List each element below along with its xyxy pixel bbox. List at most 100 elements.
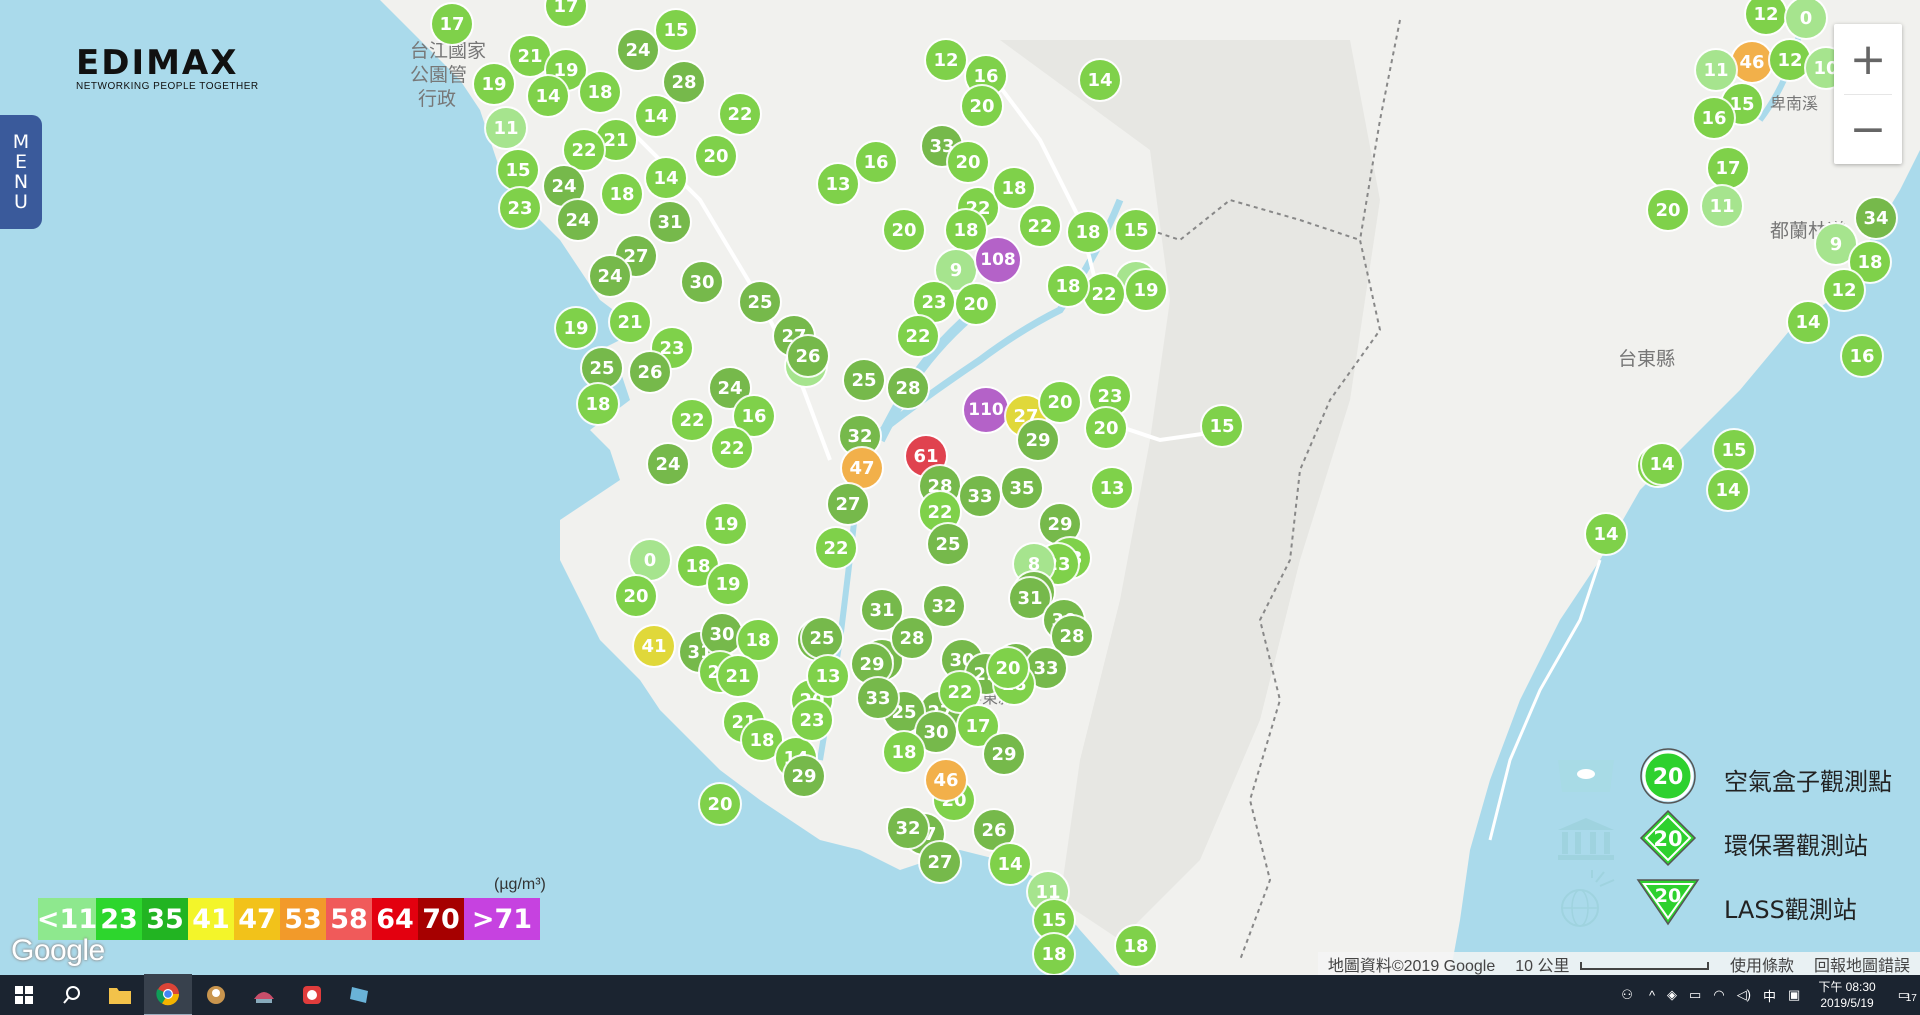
pm25-marker[interactable]: 25	[844, 360, 884, 400]
app-button[interactable]	[240, 975, 288, 1015]
pm25-marker[interactable]: 26	[630, 352, 670, 392]
pm25-marker[interactable]: 12	[1770, 40, 1810, 80]
menu-button[interactable]: M E N U	[0, 115, 42, 229]
clock[interactable]: 下午 08:30 2019/5/19	[1818, 979, 1875, 1011]
pm25-marker[interactable]: 13	[1092, 468, 1132, 508]
pm25-marker[interactable]: 20	[616, 576, 656, 616]
pm25-marker[interactable]: 24	[618, 30, 658, 70]
pm25-marker[interactable]: 25	[928, 524, 968, 564]
pm25-marker[interactable]: 13	[818, 164, 858, 204]
pm25-marker[interactable]: 20	[1040, 382, 1080, 422]
terms-link[interactable]: 使用條款	[1720, 952, 1804, 976]
pm25-marker[interactable]: 14	[1586, 514, 1626, 554]
app-button[interactable]	[336, 975, 384, 1015]
pm25-marker[interactable]: 35	[1002, 468, 1042, 508]
pm25-marker[interactable]: 11	[1696, 50, 1736, 90]
pm25-marker[interactable]: 23	[500, 188, 540, 228]
pm25-marker[interactable]: 29	[984, 734, 1024, 774]
pm25-marker[interactable]: 22	[1084, 274, 1124, 314]
pm25-marker[interactable]: 30	[702, 614, 742, 654]
pm25-marker[interactable]: 17	[432, 4, 472, 44]
shield-icon[interactable]: ◈	[1667, 987, 1677, 1003]
pm25-marker[interactable]: 32	[924, 586, 964, 626]
pm25-marker[interactable]: 30	[682, 262, 722, 302]
pm25-marker[interactable]: 31	[650, 202, 690, 242]
pm25-marker[interactable]: 14	[990, 844, 1030, 884]
pm25-marker[interactable]: 16	[856, 142, 896, 182]
app-button[interactable]	[192, 975, 240, 1015]
pm25-marker[interactable]: 19	[706, 504, 746, 544]
pm25-marker[interactable]: 12	[926, 40, 966, 80]
pm25-marker[interactable]: 15	[1202, 406, 1242, 446]
pm25-marker[interactable]: 28	[1052, 616, 1092, 656]
pm25-marker[interactable]: 22	[564, 130, 604, 170]
pm25-marker[interactable]: 19	[556, 308, 596, 348]
wifi-icon[interactable]: ◠	[1713, 987, 1724, 1003]
pm25-marker[interactable]: 18	[1068, 212, 1108, 252]
pm25-marker[interactable]: 20	[948, 142, 988, 182]
pm25-marker[interactable]: 15	[1714, 430, 1754, 470]
pm25-marker[interactable]: 22	[816, 528, 856, 568]
pm25-marker[interactable]: 46	[1732, 42, 1772, 82]
pm25-marker[interactable]: 20	[696, 136, 736, 176]
people-icon[interactable]: ⚇	[1621, 987, 1633, 1003]
pm25-marker[interactable]: 21	[610, 302, 650, 342]
pm25-marker[interactable]: 14	[1642, 444, 1682, 484]
pm25-marker[interactable]: 25	[740, 282, 780, 322]
pm25-marker[interactable]: 29	[1018, 420, 1058, 460]
pm25-marker[interactable]: 24	[590, 256, 630, 296]
ime-indicator[interactable]: 中	[1763, 986, 1776, 1005]
pm25-marker[interactable]: 28	[892, 618, 932, 658]
pm25-marker[interactable]: 18	[602, 174, 642, 214]
pm25-marker[interactable]: 14	[1708, 470, 1748, 510]
pm25-marker[interactable]: 16	[1842, 336, 1882, 376]
pm25-marker[interactable]: 11	[486, 108, 526, 148]
zoom-out-button[interactable]: −	[1834, 94, 1902, 164]
pm25-marker[interactable]: 108	[976, 238, 1020, 282]
pm25-marker[interactable]: 46	[926, 760, 966, 800]
pm25-marker[interactable]: 18	[578, 384, 618, 424]
pm25-marker[interactable]: 13	[808, 656, 848, 696]
pm25-marker[interactable]: 19	[1126, 270, 1166, 310]
pm25-marker[interactable]: 22	[898, 316, 938, 356]
pm25-marker[interactable]: 22	[712, 428, 752, 468]
pm25-marker[interactable]: 25	[582, 348, 622, 388]
pm25-marker[interactable]: 110	[964, 388, 1008, 432]
app-button[interactable]	[288, 975, 336, 1015]
pm25-marker[interactable]: 41	[634, 626, 674, 666]
pm25-marker[interactable]: 11	[1702, 186, 1742, 226]
pm25-marker[interactable]: 17	[1708, 148, 1748, 188]
pm25-marker[interactable]: 22	[720, 94, 760, 134]
pm25-marker[interactable]: 20	[1086, 408, 1126, 448]
notification-button[interactable]: ▭ 17	[1898, 987, 1917, 1004]
pm25-marker[interactable]: 15	[1116, 210, 1156, 250]
pm25-marker[interactable]: 18	[1116, 926, 1156, 966]
pm25-marker[interactable]: 27	[828, 484, 868, 524]
pm25-marker[interactable]: 25	[802, 618, 842, 658]
pm25-marker[interactable]: 31	[1010, 578, 1050, 618]
pm25-marker[interactable]: 14	[646, 158, 686, 198]
pm25-marker[interactable]: 21	[718, 656, 758, 696]
start-button[interactable]	[0, 975, 48, 1015]
search-button[interactable]	[48, 975, 96, 1015]
pm25-marker[interactable]: 18	[946, 210, 986, 250]
map-scale[interactable]: 10 公里	[1505, 952, 1720, 976]
pm25-marker[interactable]: 14	[636, 96, 676, 136]
pm25-marker[interactable]: 28	[888, 368, 928, 408]
pm25-marker[interactable]: 23	[792, 700, 832, 740]
pm25-marker[interactable]: 15	[498, 150, 538, 190]
pm25-marker[interactable]: 14	[528, 76, 568, 116]
pm25-marker[interactable]: 33	[858, 678, 898, 718]
pm25-marker[interactable]: 19	[708, 564, 748, 604]
pm25-marker[interactable]: 21	[510, 36, 550, 76]
zoom-in-button[interactable]: +	[1834, 24, 1902, 94]
pm25-marker[interactable]: 20	[1648, 190, 1688, 230]
pm25-marker[interactable]: 18	[884, 732, 924, 772]
file-explorer-button[interactable]	[96, 975, 144, 1015]
volume-icon[interactable]: ◁)	[1737, 987, 1751, 1003]
pm25-marker[interactable]: 20	[700, 784, 740, 824]
pm25-marker[interactable]: 22	[1020, 206, 1060, 246]
pm25-marker[interactable]: 14	[1080, 60, 1120, 100]
pm25-marker[interactable]: 26	[788, 336, 828, 376]
pm25-marker[interactable]: 0	[630, 540, 670, 580]
